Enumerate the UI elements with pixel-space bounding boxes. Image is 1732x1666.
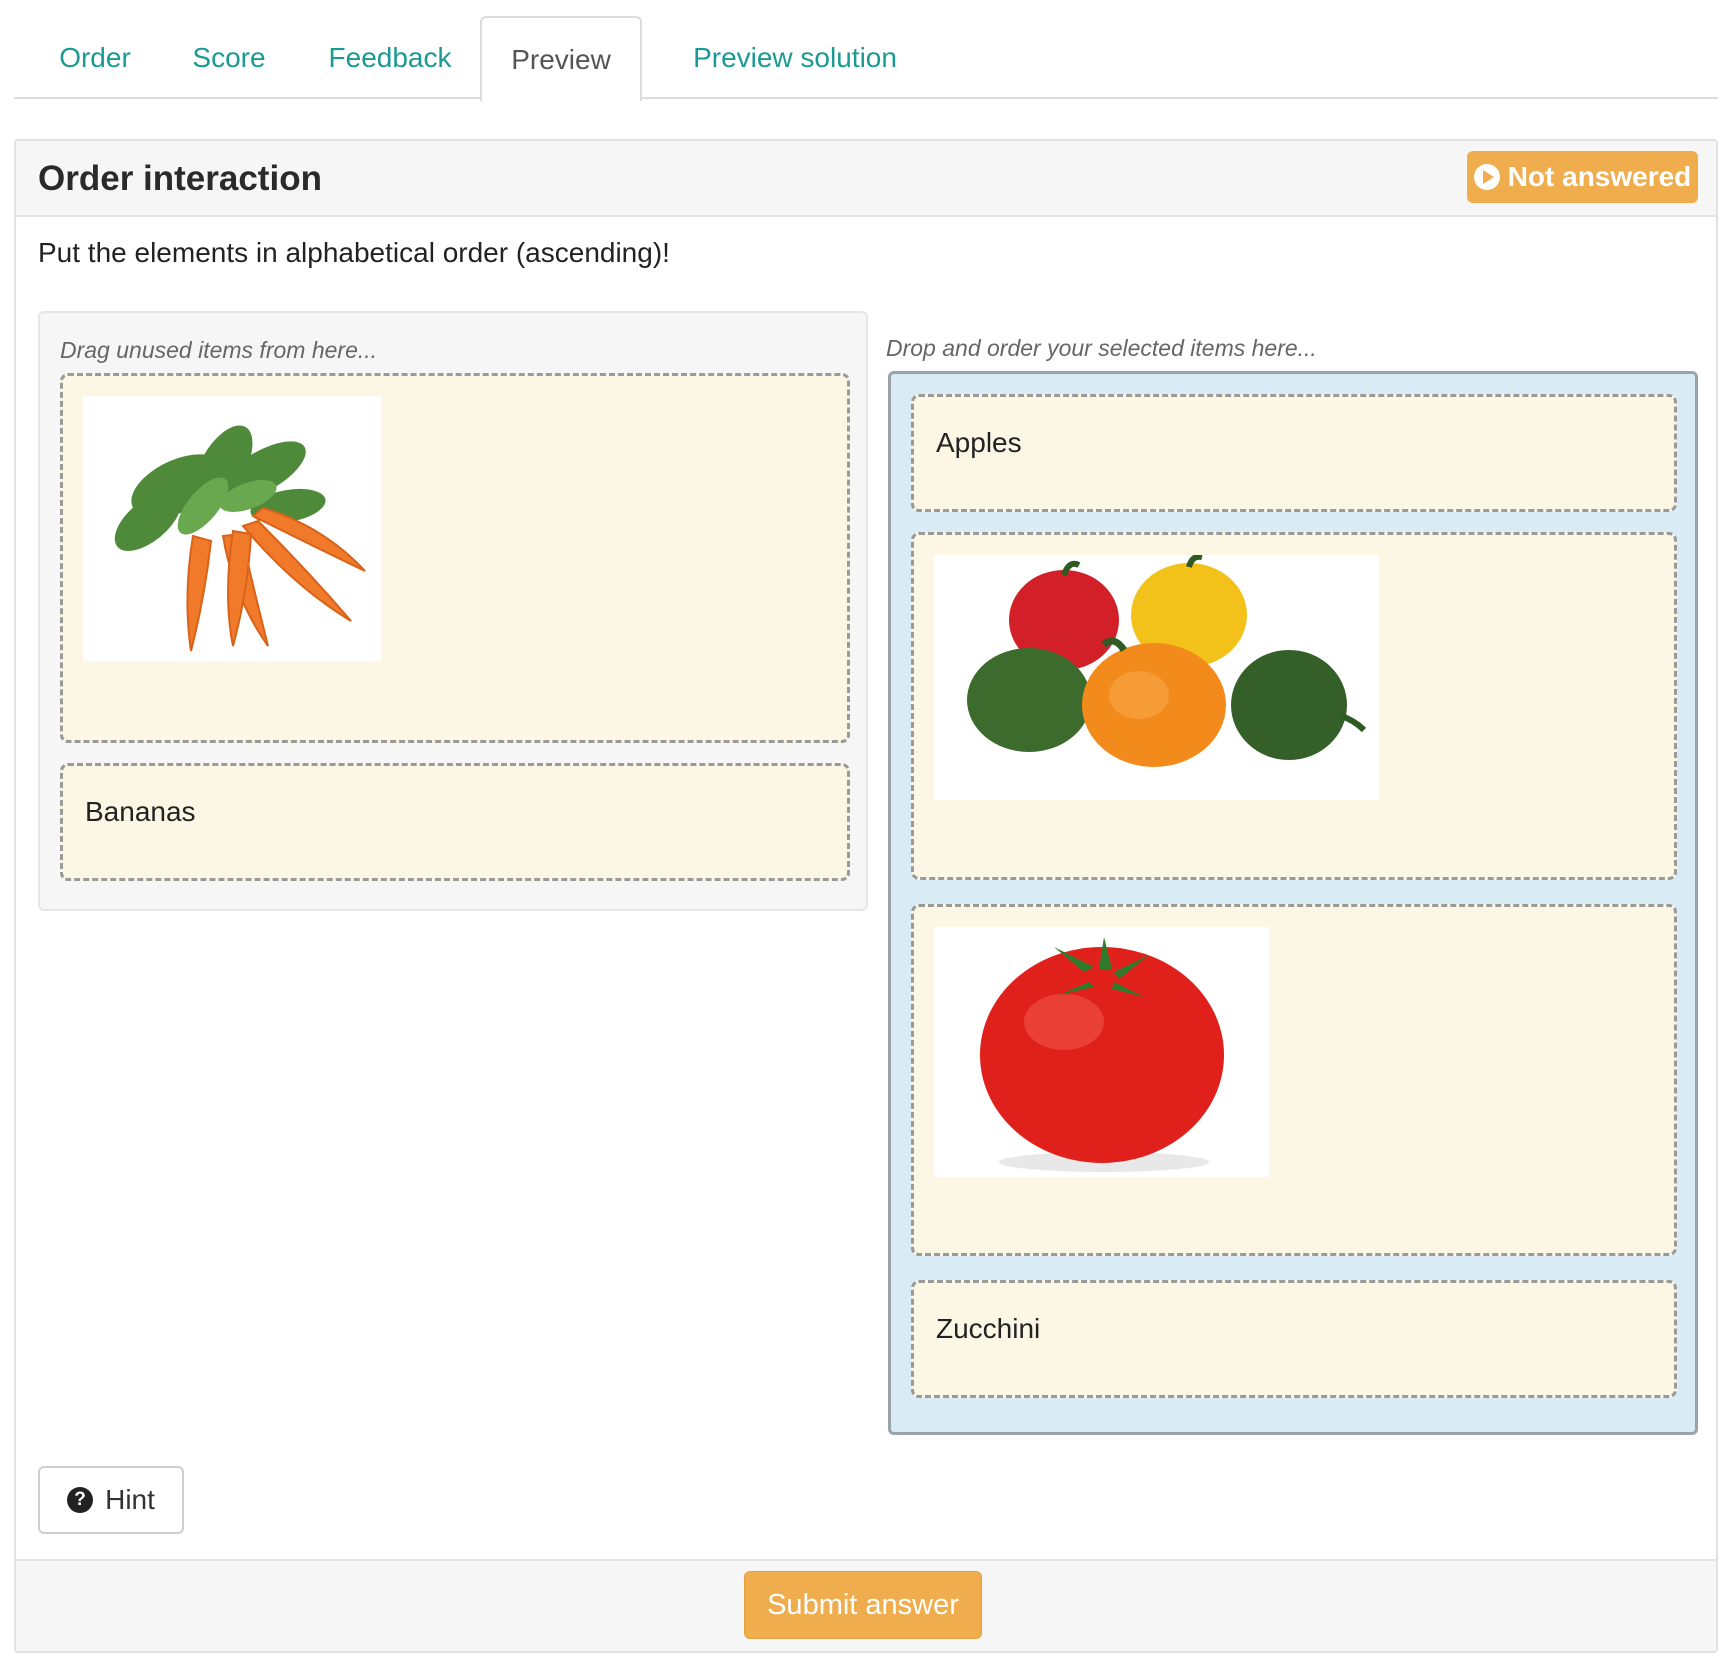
- tab-preview-solution[interactable]: Preview solution: [670, 16, 920, 99]
- tab-bar: Order Score Feedback Preview Preview sol…: [14, 16, 1718, 101]
- question-circle-icon: ?: [67, 1487, 94, 1513]
- question-instruction: Put the elements in alphabetical order (…: [38, 237, 670, 268]
- status-badge: Not answered: [1467, 151, 1698, 203]
- page-title: Order interaction: [38, 159, 322, 198]
- tab-score[interactable]: Score: [174, 16, 284, 99]
- hint-button-label: Hint: [105, 1484, 155, 1515]
- bell-peppers-image: [934, 553, 1379, 800]
- target-item-bell-peppers[interactable]: [911, 532, 1677, 880]
- hint-button[interactable]: ? Hint: [38, 1466, 184, 1534]
- submit-answer-button[interactable]: Submit answer: [744, 1571, 982, 1639]
- order-interaction-panel: Order interaction Not answered Put the e…: [14, 139, 1718, 1653]
- tab-feedback[interactable]: Feedback: [310, 16, 470, 99]
- target-dropzone[interactable]: Apples Zucchini: [888, 371, 1698, 1435]
- panel-footer: Submit answer: [16, 1559, 1716, 1651]
- target-item-tomato[interactable]: [911, 904, 1677, 1256]
- item-label: Bananas: [85, 796, 196, 827]
- tomato-image: [934, 927, 1269, 1177]
- source-item-bananas[interactable]: Bananas: [60, 763, 850, 881]
- carrots-image: [83, 396, 381, 661]
- source-item-carrots[interactable]: [60, 373, 850, 743]
- source-list: Drag unused items from here... Bananas: [38, 311, 868, 911]
- tab-preview[interactable]: Preview: [480, 16, 642, 101]
- tab-order[interactable]: Order: [40, 16, 150, 99]
- status-badge-label: Not answered: [1507, 161, 1692, 192]
- target-item-apples[interactable]: Apples: [911, 394, 1677, 512]
- item-label: Apples: [936, 427, 1022, 458]
- target-hint: Drop and order your selected items here.…: [886, 335, 1317, 361]
- item-label: Zucchini: [936, 1313, 1041, 1344]
- source-hint: Drag unused items from here...: [60, 337, 378, 363]
- panel-header: Order interaction Not answered: [16, 141, 1716, 217]
- target-item-zucchini[interactable]: Zucchini: [911, 1280, 1677, 1398]
- play-circle-icon: [1473, 164, 1500, 190]
